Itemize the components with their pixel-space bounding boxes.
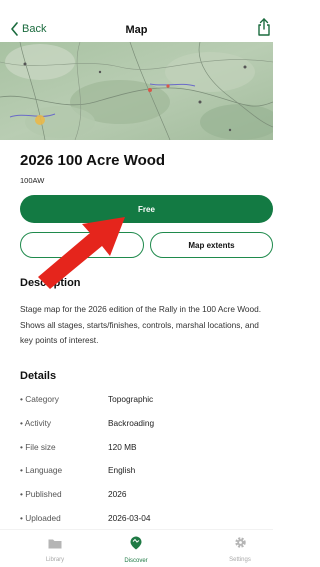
detail-value: 120 MB (108, 441, 137, 452)
map-extents-button[interactable]: Map extents (150, 232, 273, 258)
map-code: 100AW (20, 176, 45, 185)
detail-label: • Category (20, 394, 59, 404)
page-title: Map (125, 24, 148, 36)
gear-icon (234, 536, 247, 553)
detail-row-published: • Published 2026 (20, 489, 270, 513)
map-title: 2026 100 Acre Wood (20, 152, 166, 169)
detail-row-activity: • Activity Backroading (20, 418, 270, 442)
detail-value: 2026 (108, 489, 127, 500)
tab-discover-label: Discover (124, 558, 148, 564)
get-free-label: Free (138, 204, 155, 214)
top-bar: Back Map (0, 0, 273, 42)
detail-row-language: • Language English (20, 465, 270, 489)
detail-value: Topographic (108, 394, 154, 404)
tab-settings[interactable]: Settings (210, 536, 270, 563)
detail-row-category: • Category Topographic (20, 394, 270, 418)
detail-label: • Uploaded (20, 512, 61, 523)
get-free-button[interactable]: Free (20, 195, 273, 223)
tab-discover[interactable]: Discover (106, 536, 166, 564)
tab-library-label: Library (45, 557, 65, 563)
detail-label: • File size (20, 441, 56, 452)
detail-value: 2026-03-04 (108, 512, 151, 523)
tab-library[interactable]: Library (25, 536, 85, 563)
details-heading: Details (20, 370, 57, 382)
tab-settings-label: Settings (229, 557, 251, 563)
share-button[interactable] (257, 18, 271, 36)
detail-row-file-size: • File size 120 MB (20, 442, 270, 466)
detail-value: Backroading (108, 417, 155, 428)
secondary-action-button[interactable] (20, 232, 144, 258)
description-heading: Description (20, 277, 81, 289)
detail-label: • Activity (20, 417, 52, 428)
folder-icon (48, 536, 62, 553)
detail-value: English (108, 465, 136, 476)
map-pin-icon (130, 536, 142, 554)
share-icon (257, 18, 271, 40)
map-preview-image[interactable] (0, 42, 273, 140)
detail-label: • Published (20, 489, 62, 500)
description-text: Stage map for the 2026 edition of the Ra… (20, 304, 262, 345)
detail-label: • Language (20, 465, 63, 476)
map-extents-label: Map extents (188, 240, 235, 250)
map-detail-screen: Back Map 2026 100 Acre Wood 100AW Free M… (0, 0, 273, 567)
bottom-tab-bar: Library Discover Settings (0, 530, 273, 567)
details-list: • Category Topographic • Activity Backro… (20, 394, 270, 537)
